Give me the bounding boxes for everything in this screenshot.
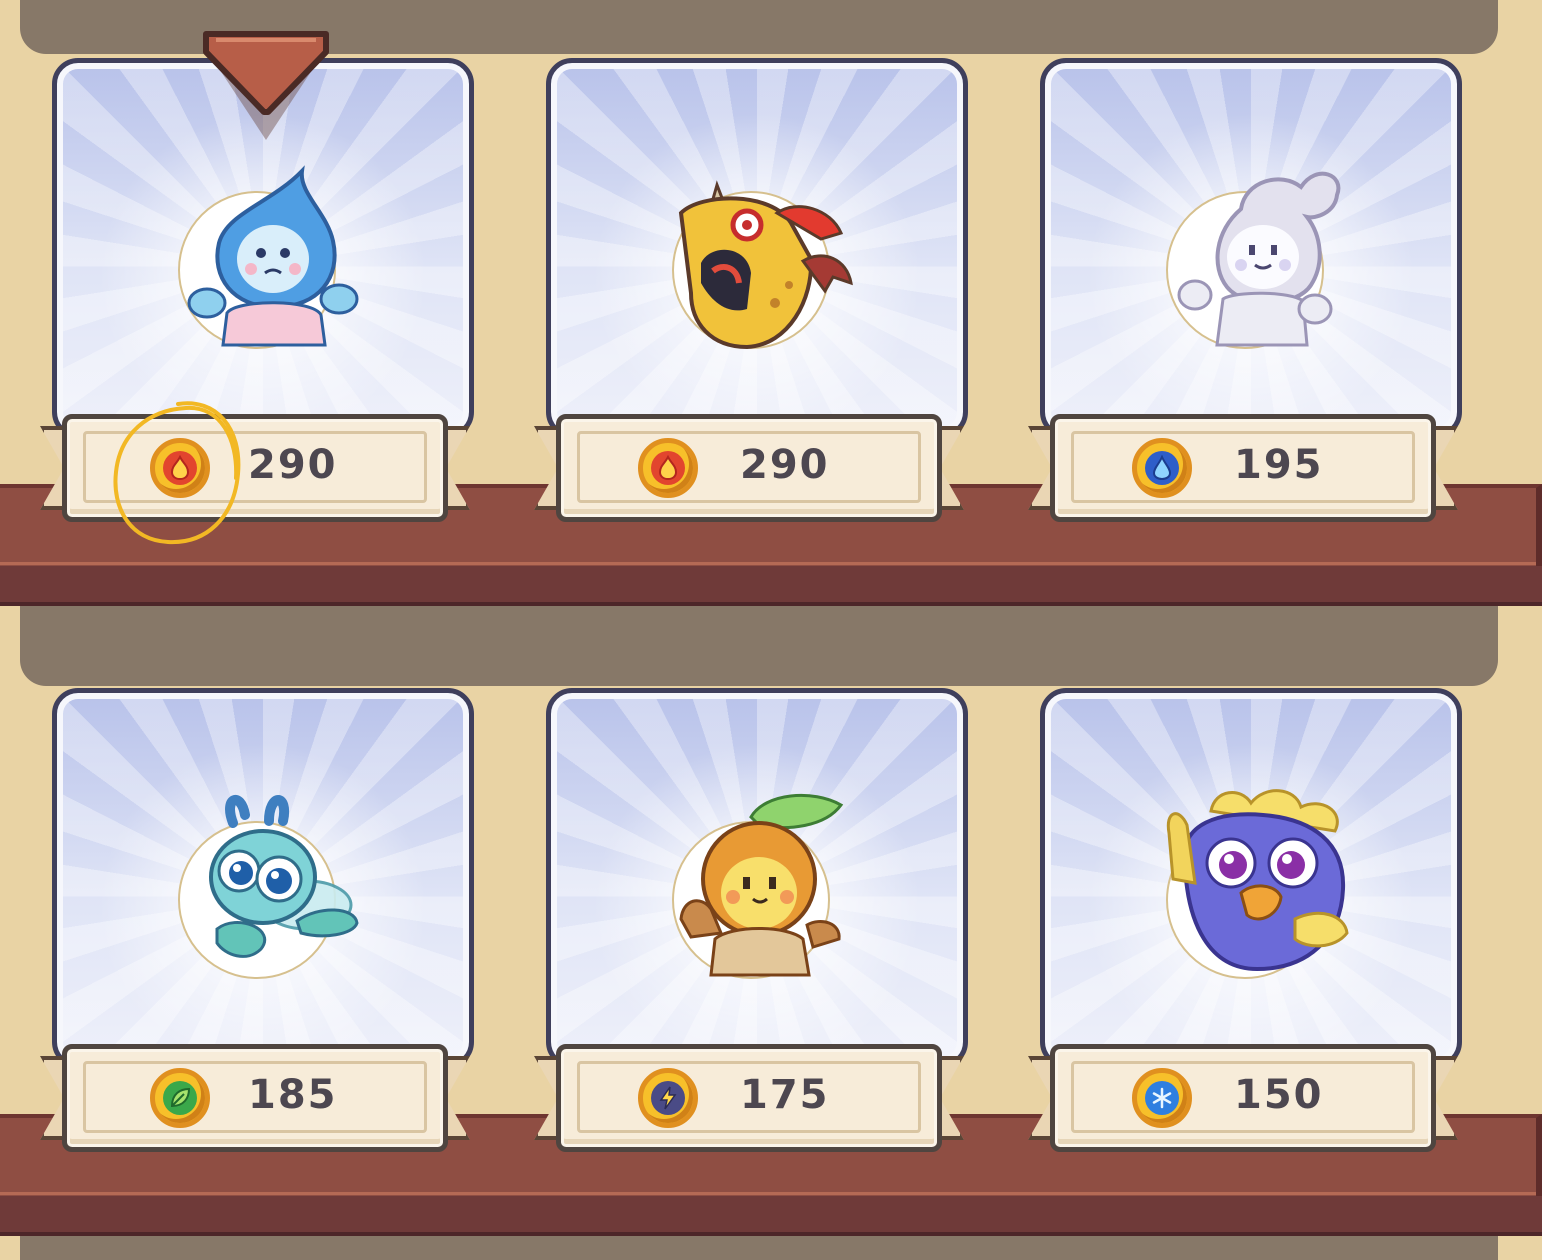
price-tag-2: 290 bbox=[534, 414, 964, 522]
shop-item-card-2[interactable] bbox=[546, 58, 968, 438]
back-panel-bottom bbox=[20, 1232, 1498, 1260]
cloud-creature bbox=[1177, 171, 1341, 347]
fire-coin-icon bbox=[638, 438, 698, 498]
blue-bird-creature bbox=[1166, 789, 1349, 972]
price-tag-3: 195 bbox=[1028, 414, 1458, 522]
snowflake-coin-icon bbox=[1132, 1068, 1192, 1128]
back-panel-middle bbox=[20, 602, 1498, 686]
leaf-sprout-creature bbox=[679, 793, 844, 977]
price-label: 290 bbox=[248, 442, 338, 488]
price-tag-1: 290 bbox=[40, 414, 470, 522]
price-label: 175 bbox=[740, 1072, 830, 1118]
price-label: 185 bbox=[248, 1072, 338, 1118]
price-label: 150 bbox=[1234, 1072, 1324, 1118]
annotation-circle bbox=[113, 401, 241, 545]
dragonfly-creature bbox=[209, 794, 359, 958]
shop-item-card-4[interactable] bbox=[52, 688, 474, 1068]
price-tag-5: 175 bbox=[534, 1044, 964, 1152]
leaf-coin-icon bbox=[150, 1068, 210, 1128]
price-label: 290 bbox=[740, 442, 830, 488]
shop-item-card-5[interactable] bbox=[546, 688, 968, 1068]
price-tag-6: 150 bbox=[1028, 1044, 1458, 1152]
shop-item-card-3[interactable] bbox=[1040, 58, 1462, 438]
price-label: 195 bbox=[1234, 442, 1324, 488]
shop-item-card-6[interactable] bbox=[1040, 688, 1462, 1068]
selection-arrow-icon bbox=[203, 31, 329, 140]
price-tag-4: 185 bbox=[40, 1044, 470, 1152]
fire-dragon-creature bbox=[678, 180, 853, 350]
water-coin-icon bbox=[1132, 438, 1192, 498]
lightning-coin-icon bbox=[638, 1068, 698, 1128]
